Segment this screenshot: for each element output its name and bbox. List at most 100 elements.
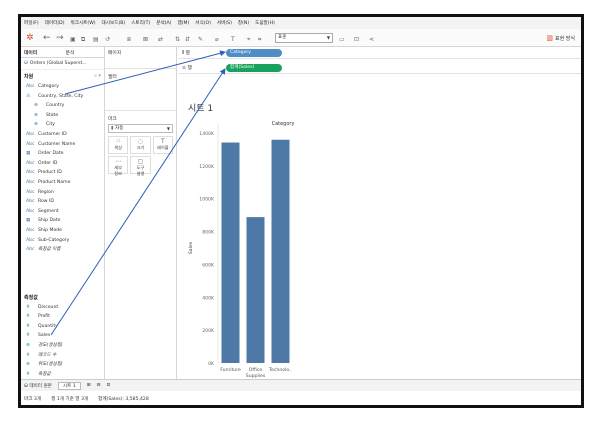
clear-sheet-icon[interactable]: ⊠ [143, 34, 148, 46]
field-item[interactable]: # 레코드 수 [21, 351, 104, 361]
field-item[interactable]: Abc Row ID [21, 197, 104, 207]
bar-office-supplies[interactable] [246, 217, 265, 363]
mark-type-dropdown[interactable]: ▮ 자동 ▼ [108, 124, 173, 133]
field-label: 측정값 이름 [38, 247, 61, 253]
field-label: Ship Date [38, 218, 61, 224]
y-tick-label: 1200K [199, 164, 215, 170]
swap-icon[interactable]: ⇄ [158, 34, 163, 46]
field-item[interactable]: Abc Ship Mode [21, 226, 104, 236]
data-source-item[interactable]: ⛁ Orders (Global Superst... [21, 58, 104, 70]
tab-data[interactable]: 데이터 [21, 47, 63, 57]
duplicate-sheet-icon[interactable]: ⧈ [127, 34, 131, 46]
chevron-down-icon: ▼ [326, 35, 330, 40]
new-story-tab-icon[interactable]: ⊡ [106, 383, 110, 388]
menu-map[interactable]: 맵(M) [177, 20, 189, 26]
columns-shelf[interactable]: ⫴ 열 Category [178, 47, 581, 59]
number-type-icon: # [26, 314, 30, 320]
field-label: Sales [38, 333, 51, 339]
sort-desc-icon[interactable]: ⇵ [185, 34, 190, 46]
data-source-tab[interactable]: ⛁ 데이터 원본 [24, 383, 52, 389]
menu-server[interactable]: 서버(S) [217, 20, 232, 26]
field-item[interactable]: ⊕ City [21, 120, 104, 130]
tooltip-button[interactable]: ▢ 도구 설명 [130, 156, 151, 176]
rows-pill-sales[interactable]: 합계(Sales) [226, 64, 282, 72]
marks-button-label: 레이블 [157, 145, 169, 150]
rows-shelf[interactable]: ≡ 행 합계(Sales) [178, 62, 581, 74]
show-me-button[interactable]: ▥ 표현 방식 [546, 34, 575, 42]
field-item[interactable]: Abc Segment [21, 207, 104, 217]
field-item[interactable]: ⊕ Country [21, 101, 104, 111]
fix-axes-icon[interactable]: ⌗ [258, 34, 261, 46]
marks-button-glyph: ◌ [137, 138, 144, 145]
save-icon[interactable]: ▣ [70, 34, 76, 46]
forward-icon[interactable]: → [56, 32, 64, 44]
mark-type-value: 자동 [115, 126, 124, 131]
new-data-source-icon[interactable]: ⧉ [81, 34, 85, 46]
color-button[interactable]: ⁙ 색상 [108, 136, 129, 154]
filters-card[interactable]: 필터 [105, 71, 176, 111]
fit-dropdown[interactable]: 표준 ▼ [275, 33, 333, 43]
field-item[interactable]: ⊕ 경도(생성됨) [21, 341, 104, 351]
new-worksheet-tab-icon[interactable]: ⊞ [87, 383, 91, 388]
field-item[interactable]: Abc Region [21, 188, 104, 198]
field-item[interactable]: Abc Order ID [21, 159, 104, 169]
undo-icon[interactable]: ↺ [105, 34, 110, 46]
field-item[interactable]: Abc Product Name [21, 178, 104, 188]
field-item[interactable]: Abc Product ID [21, 168, 104, 178]
menu-dashboard[interactable]: 대시보드(B) [102, 20, 126, 26]
field-item[interactable]: # Sales [21, 331, 104, 341]
dimensions-list: Abc Category ⁂ Country, State, City ⊕ Country… [21, 82, 104, 255]
presentation-icon[interactable]: ▭ [339, 34, 345, 46]
new-dashboard-tab-icon[interactable]: ⊟ [97, 383, 101, 388]
bar-technology[interactable] [271, 139, 290, 363]
field-item[interactable]: # Discount [21, 303, 104, 313]
menu-analysis[interactable]: 분석(A) [156, 20, 171, 26]
field-item[interactable]: Abc Customer ID [21, 130, 104, 140]
field-item[interactable]: # Quantity [21, 322, 104, 332]
field-item[interactable]: ▦ Order Date [21, 149, 104, 159]
tab-analytics[interactable]: 분석 [63, 47, 105, 57]
new-worksheet-icon[interactable]: ▤ [93, 34, 99, 46]
marks-button-glyph: ⁙ [115, 138, 121, 145]
label-button[interactable]: T 레이블 [152, 136, 173, 154]
bar-furniture[interactable] [221, 142, 240, 363]
sheet-tab-1[interactable]: 시트 1 [57, 381, 81, 390]
field-item[interactable]: # Profit [21, 312, 104, 322]
search-icon[interactable]: ⌕ ▾ [94, 73, 101, 80]
y-tick-label: 0K [208, 361, 215, 367]
menu-story[interactable]: 스토리(T) [131, 20, 150, 26]
menu-data[interactable]: 데이터(D) [45, 20, 65, 26]
pages-card[interactable]: 페이지 [105, 47, 176, 69]
field-label: State [46, 112, 59, 118]
tableau-logo-icon[interactable]: ✲ [26, 32, 34, 44]
sort-asc-icon[interactable]: ⇅ [175, 34, 180, 46]
field-item[interactable]: Abc 측정값 이름 [21, 245, 104, 255]
field-item[interactable]: Abc Sub-Category [21, 236, 104, 246]
columns-pill-category[interactable]: Category [226, 49, 282, 57]
field-item[interactable]: Abc Customer Name [21, 140, 104, 150]
pin-icon[interactable]: ⌖ [247, 34, 250, 46]
field-item[interactable]: # 측정값 [21, 370, 104, 380]
field-item[interactable]: ⊕ State [21, 111, 104, 121]
menu-help[interactable]: 도움말(H) [255, 20, 275, 26]
menu-file[interactable]: 파일(F) [24, 20, 39, 26]
bar-chart-icon: ▮ [111, 126, 114, 131]
field-item[interactable]: ⁂ Country, State, City [21, 92, 104, 102]
detail-button[interactable]: ⋯ 세부 정보 [108, 156, 129, 176]
dimensions-label: 차원 [24, 74, 34, 80]
field-item[interactable]: ▦ Ship Date [21, 216, 104, 226]
highlight-icon[interactable]: ✎ [198, 34, 203, 46]
share-icon[interactable]: ⋖ [369, 34, 374, 46]
menu-worksheet[interactable]: 워크시트(W) [71, 20, 96, 26]
globe-icon: ⊕ [26, 362, 30, 368]
group-icon[interactable]: ⌀ [215, 34, 219, 46]
menu-format[interactable]: 서식(O) [195, 20, 211, 26]
field-item[interactable]: Abc Category [21, 82, 104, 92]
back-icon[interactable]: ← [43, 32, 51, 44]
marks-button-label: 도구 설명 [136, 165, 145, 176]
menu-window[interactable]: 창(N) [238, 20, 249, 26]
label-toggle-icon[interactable]: T [231, 34, 235, 46]
field-item[interactable]: ⊕ 위도(생성됨) [21, 360, 104, 370]
size-button[interactable]: ◌ 크기 [130, 136, 151, 154]
device-preview-icon[interactable]: ⊡ [354, 34, 359, 46]
